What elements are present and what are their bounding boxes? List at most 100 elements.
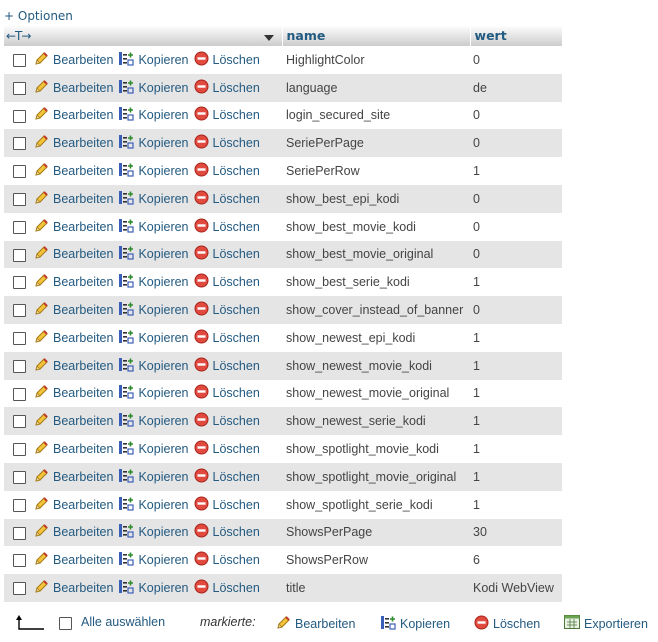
cell-wert[interactable]: 0 [470,296,563,324]
column-header-name[interactable]: name [282,25,471,46]
row-checkbox[interactable] [12,54,26,67]
sort-dropdown-icon[interactable] [263,35,274,41]
cell-wert[interactable]: 0 [470,184,563,213]
edit-row-button[interactable]: Bearbeiten [34,496,113,514]
copy-row-button[interactable]: Kopieren [118,301,189,319]
copy-row-button[interactable]: Kopieren [118,551,189,569]
edit-row-button[interactable]: Bearbeiten [34,218,113,236]
cell-wert[interactable]: Kodi WebView [470,574,563,602]
cell-name[interactable]: ShowsPerRow [282,546,471,575]
delete-row-button[interactable]: Löschen [194,79,260,97]
cell-name[interactable]: show_newest_serie_kodi [282,407,471,436]
copy-row-button[interactable]: Kopieren [118,523,189,541]
row-checkbox[interactable] [12,220,26,234]
row-checkbox[interactable] [12,582,26,596]
cell-wert[interactable]: 0 [470,101,563,130]
cell-name[interactable]: HighlightColor [282,46,471,74]
edit-row-button[interactable]: Bearbeiten [34,329,113,347]
edit-row-button[interactable]: Bearbeiten [34,579,113,597]
cell-wert[interactable]: 1 [470,435,563,463]
options-link[interactable]: + Optionen [4,9,73,23]
cell-wert[interactable]: 1 [470,268,563,297]
delete-row-button[interactable]: Löschen [194,496,260,514]
column-header-wert[interactable]: wert [470,25,563,46]
cell-name[interactable]: show_newest_movie_original [282,379,471,408]
row-checkbox[interactable] [12,165,26,179]
cell-wert[interactable]: 0 [470,240,563,269]
delete-row-button[interactable]: Löschen [194,134,260,152]
row-checkbox[interactable] [12,498,26,512]
delete-row-button[interactable]: Löschen [194,357,260,375]
copy-row-button[interactable]: Kopieren [118,468,189,486]
copy-row-button[interactable]: Kopieren [118,190,189,208]
cell-wert[interactable]: de [470,73,563,102]
cell-name[interactable]: show_newest_epi_kodi [282,323,471,352]
row-checkbox[interactable] [12,304,26,318]
edit-row-button[interactable]: Bearbeiten [34,273,113,291]
cell-wert[interactable]: 1 [470,407,563,436]
cell-name[interactable]: show_spotlight_serie_kodi [282,490,471,519]
row-checkbox[interactable] [12,137,26,151]
delete-row-button[interactable]: Löschen [194,412,260,430]
edit-row-button[interactable]: Bearbeiten [34,357,113,375]
bulk-delete-button[interactable]: Löschen [474,615,540,633]
copy-row-button[interactable]: Kopieren [118,134,189,152]
copy-row-button[interactable]: Kopieren [118,579,189,597]
delete-row-button[interactable]: Löschen [194,468,260,486]
cell-name[interactable]: show_best_epi_kodi [282,184,471,213]
delete-row-button[interactable]: Löschen [194,273,260,291]
edit-row-button[interactable]: Bearbeiten [34,134,113,152]
cell-name[interactable]: SeriePerRow [282,157,471,185]
delete-row-button[interactable]: Löschen [194,106,260,124]
cell-wert[interactable]: 1 [470,379,563,408]
row-checkbox[interactable] [12,248,26,262]
row-checkbox[interactable] [12,359,26,373]
copy-row-button[interactable]: Kopieren [118,412,189,430]
copy-row-button[interactable]: Kopieren [118,51,189,69]
row-checkbox[interactable] [12,276,26,290]
copy-row-button[interactable]: Kopieren [118,218,189,236]
cell-name[interactable]: show_newest_movie_kodi [282,351,471,380]
cell-name[interactable]: ShowsPerPage [282,518,471,547]
delete-row-button[interactable]: Löschen [194,551,260,569]
edit-row-button[interactable]: Bearbeiten [34,51,113,69]
bulk-copy-button[interactable]: Kopieren [380,615,450,633]
cell-name[interactable]: title [282,574,471,602]
select-all-checkbox[interactable] [59,616,72,631]
cell-name[interactable]: show_spotlight_movie_kodi [282,435,471,463]
copy-row-button[interactable]: Kopieren [118,384,189,402]
delete-row-button[interactable]: Löschen [194,162,260,180]
delete-row-button[interactable]: Löschen [194,329,260,347]
cell-wert[interactable]: 6 [470,546,563,575]
cell-name[interactable]: show_best_movie_kodi [282,212,471,241]
edit-row-button[interactable]: Bearbeiten [34,523,113,541]
edit-row-button[interactable]: Bearbeiten [34,551,113,569]
row-checkbox[interactable] [12,192,26,206]
column-arrows[interactable]: ←T→ [6,29,31,43]
delete-row-button[interactable]: Löschen [194,218,260,236]
cell-wert[interactable]: 30 [470,518,563,547]
column-arrows-header[interactable]: ←T→ [4,25,283,46]
copy-row-button[interactable]: Kopieren [118,357,189,375]
edit-row-button[interactable]: Bearbeiten [34,106,113,124]
edit-row-button[interactable]: Bearbeiten [34,301,113,319]
row-checkbox[interactable] [12,415,26,429]
cell-wert[interactable]: 0 [470,129,563,158]
cell-name[interactable]: show_best_movie_original [282,240,471,269]
delete-row-button[interactable]: Löschen [194,190,260,208]
cell-name[interactable]: SeriePerPage [282,129,471,158]
delete-row-button[interactable]: Löschen [194,384,260,402]
edit-row-button[interactable]: Bearbeiten [34,245,113,263]
row-checkbox[interactable] [12,470,26,484]
cell-wert[interactable]: 1 [470,323,563,352]
delete-row-button[interactable]: Löschen [194,245,260,263]
cell-name[interactable]: language [282,73,471,102]
edit-row-button[interactable]: Bearbeiten [34,190,113,208]
delete-row-button[interactable]: Löschen [194,523,260,541]
edit-row-button[interactable]: Bearbeiten [34,468,113,486]
cell-wert[interactable]: 1 [470,490,563,519]
row-checkbox[interactable] [12,109,26,123]
copy-row-button[interactable]: Kopieren [118,273,189,291]
edit-row-button[interactable]: Bearbeiten [34,79,113,97]
cell-wert[interactable]: 1 [470,157,563,185]
